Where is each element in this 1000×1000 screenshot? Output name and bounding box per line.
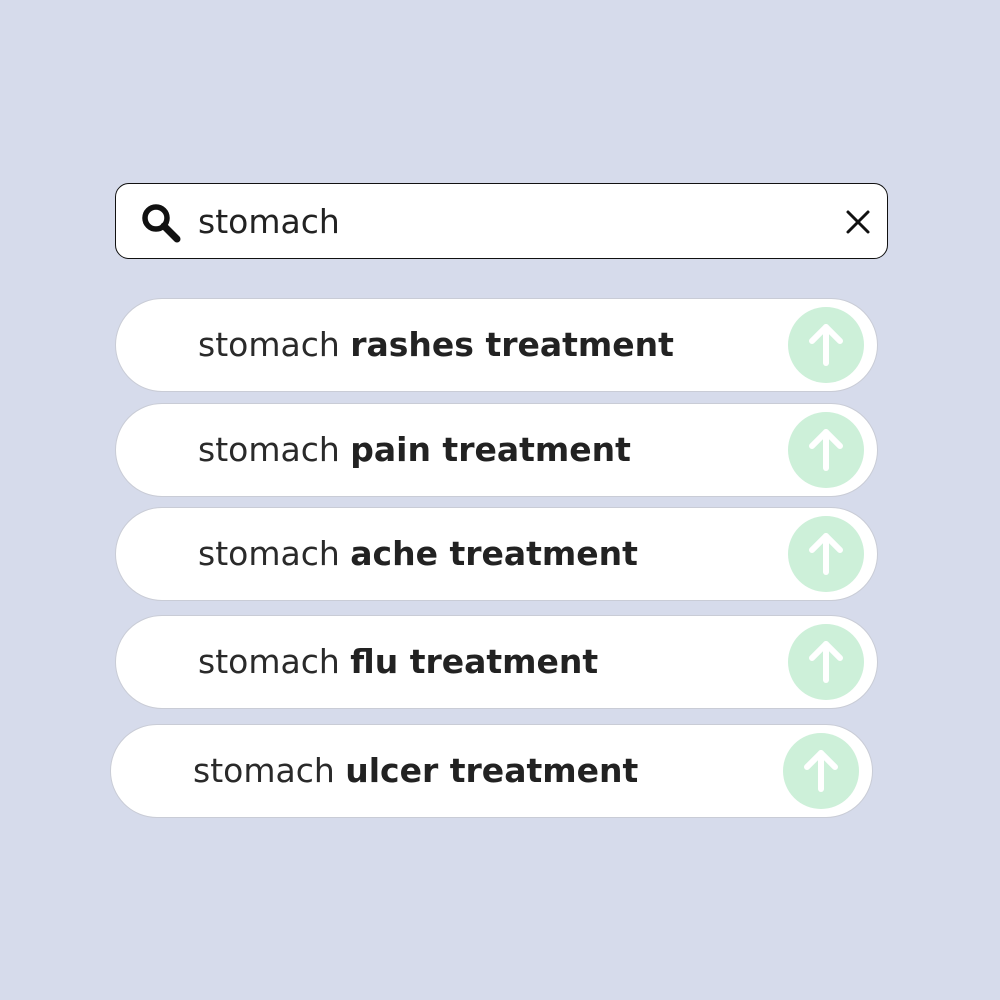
fill-suggestion-button[interactable] [788, 307, 864, 383]
suggestion-query-text: stomach [193, 751, 335, 790]
fill-suggestion-button[interactable] [788, 624, 864, 700]
fill-suggestion-button[interactable] [783, 733, 859, 809]
suggestion-completion-text: ache treatment [350, 534, 638, 573]
suggestion-label: stomach ulcer treatment [193, 725, 638, 816]
suggestion-item[interactable]: stomach pain treatment [115, 403, 878, 497]
suggestion-item[interactable]: stomach ulcer treatment [110, 724, 873, 818]
suggestion-completion-text: pain treatment [350, 430, 631, 469]
arrow-up-icon [809, 533, 843, 575]
suggestion-item[interactable]: stomach rashes treatment [115, 298, 878, 392]
close-icon[interactable] [844, 208, 872, 236]
suggestion-completion-text: ulcer treatment [345, 751, 639, 790]
search-icon [140, 202, 182, 244]
suggestion-label: stomach flu treatment [198, 616, 598, 707]
suggestion-item[interactable]: stomach ache treatment [115, 507, 878, 601]
suggestion-query-text: stomach [198, 642, 340, 681]
suggestion-query-text: stomach [198, 534, 340, 573]
suggestion-item[interactable]: stomach flu treatment [115, 615, 878, 709]
suggestion-query-text: stomach [198, 325, 340, 364]
fill-suggestion-button[interactable] [788, 412, 864, 488]
arrow-up-icon [809, 324, 843, 366]
arrow-up-icon [809, 429, 843, 471]
suggestion-label: stomach rashes treatment [198, 299, 674, 390]
search-input[interactable]: stomach [198, 184, 340, 260]
suggestion-query-text: stomach [198, 430, 340, 469]
search-bar[interactable]: stomach [115, 183, 888, 259]
suggestion-label: stomach ache treatment [198, 508, 638, 599]
arrow-up-icon [809, 641, 843, 683]
fill-suggestion-button[interactable] [788, 516, 864, 592]
suggestion-label: stomach pain treatment [198, 404, 631, 495]
suggestion-completion-text: rashes treatment [350, 325, 674, 364]
arrow-up-icon [804, 750, 838, 792]
suggestion-completion-text: flu treatment [350, 642, 599, 681]
